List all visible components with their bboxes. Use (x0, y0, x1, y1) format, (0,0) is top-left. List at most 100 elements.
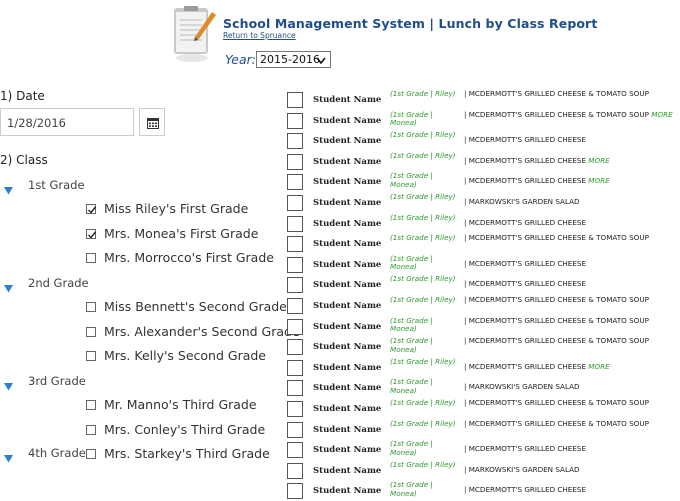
student-name: Student Name (313, 259, 382, 270)
meal-cell: | MARKOWSKI'S GARDEN SALAD (464, 197, 674, 207)
triangle-down-icon (4, 278, 13, 297)
row-checkbox[interactable] (287, 339, 303, 356)
row-checkbox[interactable] (287, 256, 303, 273)
row-checkbox[interactable] (287, 112, 303, 129)
row-checkbox[interactable] (287, 442, 303, 459)
class-checkbox[interactable] (86, 302, 96, 312)
meal-cell: | MCDERMOTT'S GRILLED CHEESE & TOMATO SO… (464, 398, 674, 408)
row-checkbox[interactable] (287, 462, 303, 479)
student-class: (1st Grade | Riley) (390, 459, 456, 469)
class-checkbox[interactable] (86, 228, 97, 239)
row-checkbox[interactable] (287, 133, 303, 150)
meal-cell: | MCDERMOTT'S GRILLED CHEESE & TOMATO SO… (464, 315, 674, 326)
class-section-label: 2) Class (0, 153, 48, 167)
grade-label: 4th Grade (28, 446, 86, 460)
student-name: Student Name (313, 342, 382, 353)
row-checkbox[interactable] (287, 380, 303, 397)
class-checkbox[interactable] (86, 351, 96, 361)
meal-text: | MCDERMOTT'S GRILLED CHEESE & TOMATO SO… (464, 295, 649, 304)
year-select-value: 2015-2016 (260, 53, 320, 66)
return-link[interactable]: Return to Spruance (223, 31, 296, 40)
row-checkbox[interactable] (287, 483, 303, 500)
row-checkbox[interactable] (287, 277, 303, 294)
calendar-button[interactable] (139, 108, 165, 136)
meal-cell: | MCDERMOTT'S GRILLED CHEESE (464, 217, 674, 228)
meal-text: | MCDERMOTT'S GRILLED CHEESE (464, 155, 586, 165)
report-row: Student Name (1st Grade | Monea) | MARKOWS… (287, 378, 680, 398)
row-checkbox[interactable] (287, 298, 303, 314)
class-checkbox[interactable] (86, 424, 96, 435)
date-input[interactable]: 1/28/2016 (0, 108, 134, 136)
class-label: Mrs. Monea's First Grade (104, 225, 259, 241)
row-checkbox[interactable] (287, 318, 303, 335)
student-class: (1st Grade | Riley) (390, 274, 456, 284)
row-checkbox[interactable] (287, 421, 303, 438)
meal-text: | MCDERMOTT'S GRILLED CHEESE & TOMATO SO… (464, 336, 649, 346)
class-label: Mrs. Alexander's Second Grade (104, 323, 300, 339)
date-section-label: 1) Date (0, 89, 45, 103)
row-checkbox[interactable] (287, 215, 303, 232)
student-name: Student Name (313, 280, 382, 291)
year-label: Year: (225, 52, 256, 67)
meal-cell: | MCDERMOTT'S GRILLED CHEESE & TOMATO SO… (464, 89, 674, 99)
meal-cell: | MCDERMOTT'S GRILLED CHEESE & TOMATO SO… (464, 110, 674, 120)
student-name: Student Name (313, 218, 382, 229)
class-label: Mr. Manno's Third Grade (104, 397, 257, 412)
student-class: (1st Grade | Riley) (390, 89, 456, 98)
row-checkbox[interactable] (287, 236, 303, 253)
class-checkbox[interactable] (86, 449, 96, 459)
student-name: Student Name (313, 383, 382, 394)
chevron-down-icon (316, 55, 326, 68)
meal-text: | MCDERMOTT'S GRILLED CHEESE & TOMATO SO… (464, 89, 649, 98)
student-class: (1st Grade | Riley) (390, 212, 456, 222)
student-name: Student Name (313, 156, 382, 167)
student-name: Student Name (313, 486, 382, 497)
meal-text: | MCDERMOTT'S GRILLED CHEESE & TOMATO SO… (464, 315, 649, 325)
report-row: Student Name (1st Grade | Riley) | MCDERMO… (287, 233, 680, 254)
report-row: Student Name (1st Grade | Monea) | MCDERMO… (287, 336, 680, 357)
student-name: Student Name (313, 177, 382, 188)
student-class: (1st Grade | Monea) (390, 377, 433, 395)
student-class: (1st Grade | Monea) (390, 336, 433, 354)
report-row: Student Name (1st Grade | Riley) | MCDERMO… (287, 275, 680, 295)
student-class: (1st Grade | Riley) (390, 130, 456, 140)
report-row: Student Name (1st Grade | Riley) | MCDERMO… (287, 212, 680, 234)
meal-cell: | MCDERMOTT'S GRILLED CHEESE & TOMATO SO… (464, 295, 674, 305)
row-checkbox[interactable] (287, 195, 303, 211)
year-select[interactable]: 2015-2016 (256, 51, 331, 68)
meal-text: | MARKOWSKI'S GARDEN SALAD (464, 464, 580, 474)
student-class: (1st Grade | Monea) (390, 480, 433, 498)
meal-text: | MARKOWSKI'S GARDEN SALAD (464, 197, 580, 206)
more-link[interactable]: MORE (588, 176, 609, 186)
meal-text: | MCDERMOTT'S GRILLED CHEESE (464, 217, 586, 227)
class-checkbox[interactable] (86, 253, 96, 263)
student-name: Student Name (313, 362, 382, 373)
report-row: Student Name (1st Grade | Riley) | MCDERMO… (287, 398, 680, 419)
report-row: Student Name (1st Grade | Monea) | MCDERMO… (287, 110, 680, 131)
meal-text: | MCDERMOTT'S GRILLED CHEESE (464, 279, 586, 289)
row-checkbox[interactable] (287, 153, 303, 170)
row-checkbox[interactable] (287, 174, 303, 191)
report-row: Student Name (1st Grade | Monea) | MCDERMO… (287, 315, 680, 337)
report-row: Student Name (1st Grade | Riley) | MCDERMO… (287, 151, 680, 172)
class-checkbox[interactable] (86, 400, 96, 410)
row-checkbox[interactable] (287, 401, 303, 417)
class-checkbox[interactable] (86, 204, 97, 214)
meal-text: | MARKOWSKI'S GARDEN SALAD (464, 382, 580, 392)
more-link[interactable]: MORE (588, 362, 609, 371)
more-link[interactable]: MORE (651, 110, 672, 119)
grade-label: 2nd Grade (28, 276, 89, 290)
report-row: Student Name (1st Grade | Riley) | MCDERMO… (287, 418, 680, 440)
class-label: Miss Bennett's Second Grade (104, 299, 287, 314)
student-name: Student Name (313, 115, 382, 126)
row-checkbox[interactable] (287, 359, 303, 376)
class-checkbox[interactable] (86, 326, 96, 337)
meal-cell: | MARKOWSKI'S GARDEN SALAD (464, 383, 674, 392)
meal-cell: | MCDERMOTT'S GRILLED CHEESE MORE (464, 362, 674, 372)
meal-text: | MCDERMOTT'S GRILLED CHEESE & TOMATO SO… (464, 418, 649, 428)
row-checkbox[interactable] (287, 92, 303, 108)
student-class: (1st Grade | Monea) (390, 253, 433, 272)
meal-text: | MCDERMOTT'S GRILLED CHEESE & TOMATO SO… (464, 233, 649, 243)
more-link[interactable]: MORE (588, 156, 609, 165)
student-class: (1st Grade | Riley) (390, 295, 456, 304)
